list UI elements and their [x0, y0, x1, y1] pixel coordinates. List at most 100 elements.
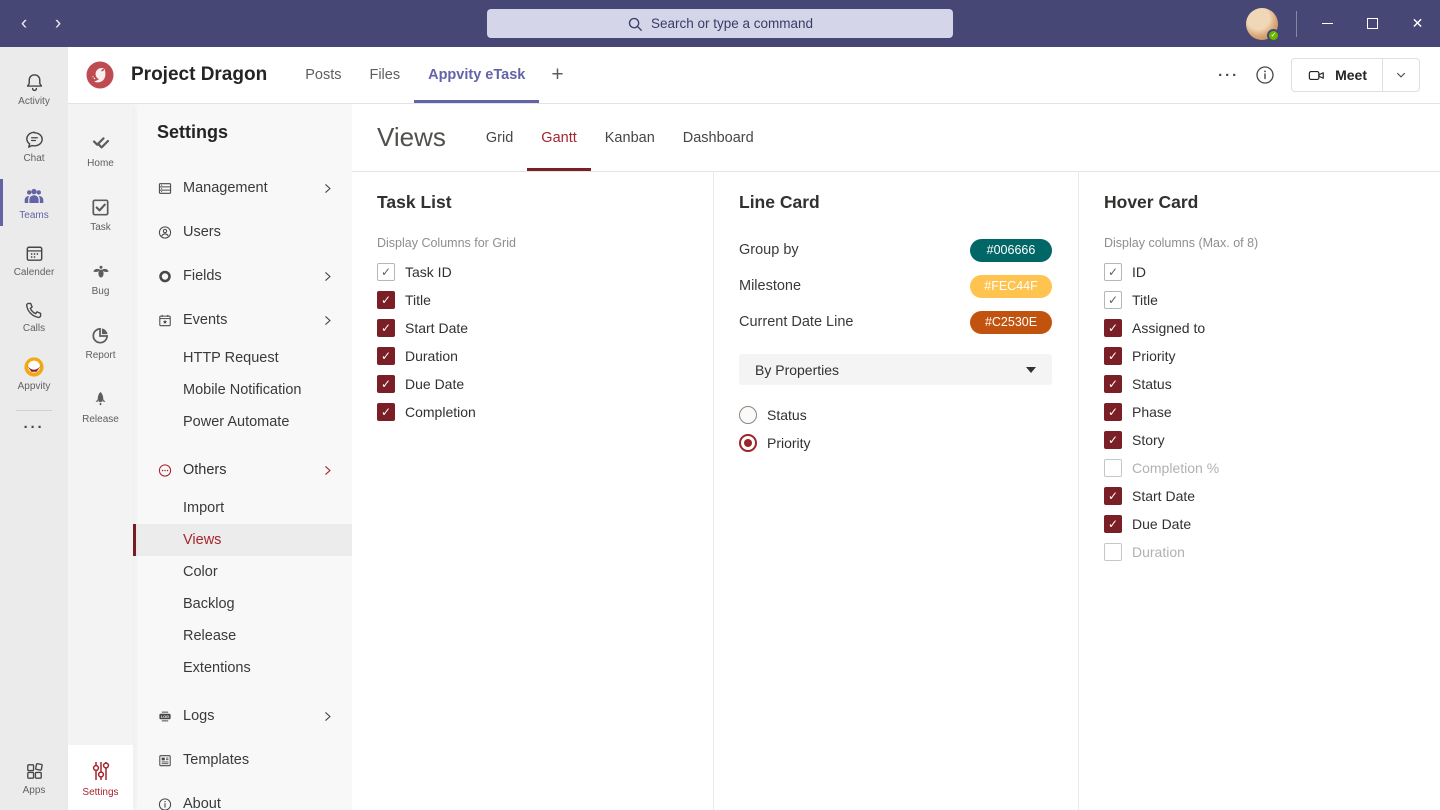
view-tab-kanban[interactable]: Kanban	[591, 104, 669, 171]
view-tab-dashboard[interactable]: Dashboard	[669, 104, 768, 171]
rail-more-button[interactable]: ···	[24, 419, 45, 447]
sidebar-item-others[interactable]: Others	[133, 448, 352, 492]
info-icon[interactable]	[1255, 65, 1275, 85]
rail-item-appvity[interactable]: Appvity	[0, 345, 68, 402]
forward-button[interactable]: ›	[48, 14, 68, 33]
checkbox[interactable]: ✓	[377, 375, 395, 393]
chat-icon	[23, 128, 46, 151]
phone-icon	[23, 299, 45, 321]
sidebar-item-mobile-notification[interactable]: Mobile Notification	[133, 374, 352, 406]
checkbox[interactable]: ✓	[377, 347, 395, 365]
sidebar-item-management[interactable]: Management	[133, 166, 352, 210]
appvity-logo-icon	[22, 355, 46, 379]
home-double-check-icon	[89, 131, 113, 155]
checkbox-row-start-date[interactable]: ✓ Start Date	[377, 314, 713, 342]
more-options-button[interactable]: ···	[1218, 67, 1239, 84]
checkbox-row-phase[interactable]: ✓ Phase	[1104, 398, 1440, 426]
sidebar-item-power-automate[interactable]: Power Automate	[133, 406, 352, 438]
checkbox[interactable]: ✓	[1104, 403, 1122, 421]
checkbox-row-completion[interactable]: ✓ Completion	[377, 398, 713, 426]
radio-button[interactable]	[739, 434, 757, 452]
sidebar-item-backlog[interactable]: Backlog	[133, 588, 352, 620]
sidebar-item-extentions[interactable]: Extentions	[133, 652, 352, 684]
module-item-settings[interactable]: Settings	[68, 745, 133, 810]
module-item-task[interactable]: Task	[68, 182, 133, 246]
sidebar-item-users[interactable]: Users	[133, 210, 352, 254]
checkbox[interactable]: ✓	[1104, 431, 1122, 449]
channel-header: Project Dragon Posts Files Appvity eTask…	[68, 47, 1440, 104]
checkbox-row-assigned-to[interactable]: ✓ Assigned to	[1104, 314, 1440, 342]
radio-row-status[interactable]: Status	[739, 401, 1078, 429]
checkbox-row-due-date[interactable]: ✓ Due Date	[1104, 510, 1440, 538]
module-item-release[interactable]: Release	[68, 374, 133, 438]
rail-item-calls[interactable]: Calls	[0, 288, 68, 345]
tab-posts[interactable]: Posts	[291, 47, 355, 103]
sidebar-item-http-request[interactable]: HTTP Request	[133, 342, 352, 374]
camera-icon	[1307, 66, 1326, 85]
checkbox[interactable]: ✓	[377, 291, 395, 309]
checkbox-row-title[interactable]: ✓ Title	[377, 286, 713, 314]
tab-appvity-etask[interactable]: Appvity eTask	[414, 47, 539, 103]
management-icon	[157, 180, 173, 197]
search-input[interactable]: Search or type a command	[487, 9, 953, 38]
sidebar-item-views[interactable]: Views	[133, 524, 352, 556]
maximize-button[interactable]	[1350, 0, 1395, 47]
rail-item-teams[interactable]: Teams	[0, 174, 68, 231]
module-item-home[interactable]: Home	[68, 118, 133, 182]
section-caption: Display Columns for Grid	[377, 236, 713, 254]
radio-button[interactable]	[739, 406, 757, 424]
radio-row-priority[interactable]: Priority	[739, 429, 1078, 457]
checkbox[interactable]: ✓	[377, 403, 395, 421]
sidebar-item-release[interactable]: Release	[133, 620, 352, 652]
rail-item-apps[interactable]: Apps	[0, 749, 68, 806]
color-badge-group-by[interactable]: #006666	[970, 239, 1052, 262]
checkbox-row-title: ✓ Title	[1104, 286, 1440, 314]
module-item-report[interactable]: Report	[68, 310, 133, 374]
checkbox-row-story[interactable]: ✓ Story	[1104, 426, 1440, 454]
sidebar-item-events[interactable]: Events	[133, 298, 352, 342]
checkbox-row-priority[interactable]: ✓ Priority	[1104, 342, 1440, 370]
back-button[interactable]: ‹	[14, 14, 34, 33]
checkbox[interactable]: ✓	[1104, 487, 1122, 505]
checkbox[interactable]: ✓	[1104, 319, 1122, 337]
checkbox-row-duration[interactable]: ✓ Duration	[377, 342, 713, 370]
sidebar-item-logs[interactable]: LOG Logs	[133, 694, 352, 738]
add-tab-button[interactable]: +	[539, 63, 575, 87]
checkbox-row-status[interactable]: ✓ Status	[1104, 370, 1440, 398]
meet-button[interactable]: Meet	[1292, 59, 1382, 91]
checkbox-row-due-date[interactable]: ✓ Due Date	[377, 370, 713, 398]
sidebar-item-fields[interactable]: Fields	[133, 254, 352, 298]
view-tab-grid[interactable]: Grid	[472, 104, 527, 171]
checkbox[interactable]: ✓	[1104, 347, 1122, 365]
rail-item-calendar[interactable]: Calender	[0, 231, 68, 288]
avatar[interactable]: ✓	[1246, 8, 1278, 40]
hover-card-section: Hover Card Display columns (Max. of 8) ✓…	[1078, 172, 1440, 810]
checkbox[interactable]: ✓	[377, 319, 395, 337]
titlebar-divider	[1296, 11, 1297, 37]
section-title: Task List	[377, 192, 713, 218]
sidebar-item-about[interactable]: About	[133, 782, 352, 810]
checkbox-row-start-date[interactable]: ✓ Start Date	[1104, 482, 1440, 510]
group-by-dropdown[interactable]: By Properties	[739, 354, 1052, 385]
section-caption: Display columns (Max. of 8)	[1104, 236, 1440, 254]
sidebar-item-import[interactable]: Import	[133, 492, 352, 524]
module-item-bug[interactable]: Bug	[68, 246, 133, 310]
minimize-button[interactable]	[1305, 0, 1350, 47]
etask-module-rail: Home Task Bug	[68, 104, 133, 810]
sidebar-item-templates[interactable]: Templates	[133, 738, 352, 782]
tab-files[interactable]: Files	[355, 47, 414, 103]
color-badge-milestone[interactable]: #FEC44F	[970, 275, 1052, 298]
rail-item-chat[interactable]: Chat	[0, 117, 68, 174]
checkbox[interactable]: ✓	[1104, 375, 1122, 393]
close-button[interactable]: ✕	[1395, 0, 1440, 47]
team-name: Project Dragon	[131, 64, 267, 86]
chevron-right-icon	[321, 314, 334, 327]
sidebar-item-color[interactable]: Color	[133, 556, 352, 588]
task-checkbox-icon	[89, 196, 112, 219]
view-tab-gantt[interactable]: Gantt	[527, 104, 590, 171]
checkbox[interactable]: ✓	[1104, 515, 1122, 533]
rail-item-activity[interactable]: Activity	[0, 60, 68, 117]
meet-dropdown-button[interactable]	[1382, 59, 1419, 91]
checkbox: ✓	[1104, 543, 1122, 561]
color-badge-current-date-line[interactable]: #C2530E	[970, 311, 1052, 334]
